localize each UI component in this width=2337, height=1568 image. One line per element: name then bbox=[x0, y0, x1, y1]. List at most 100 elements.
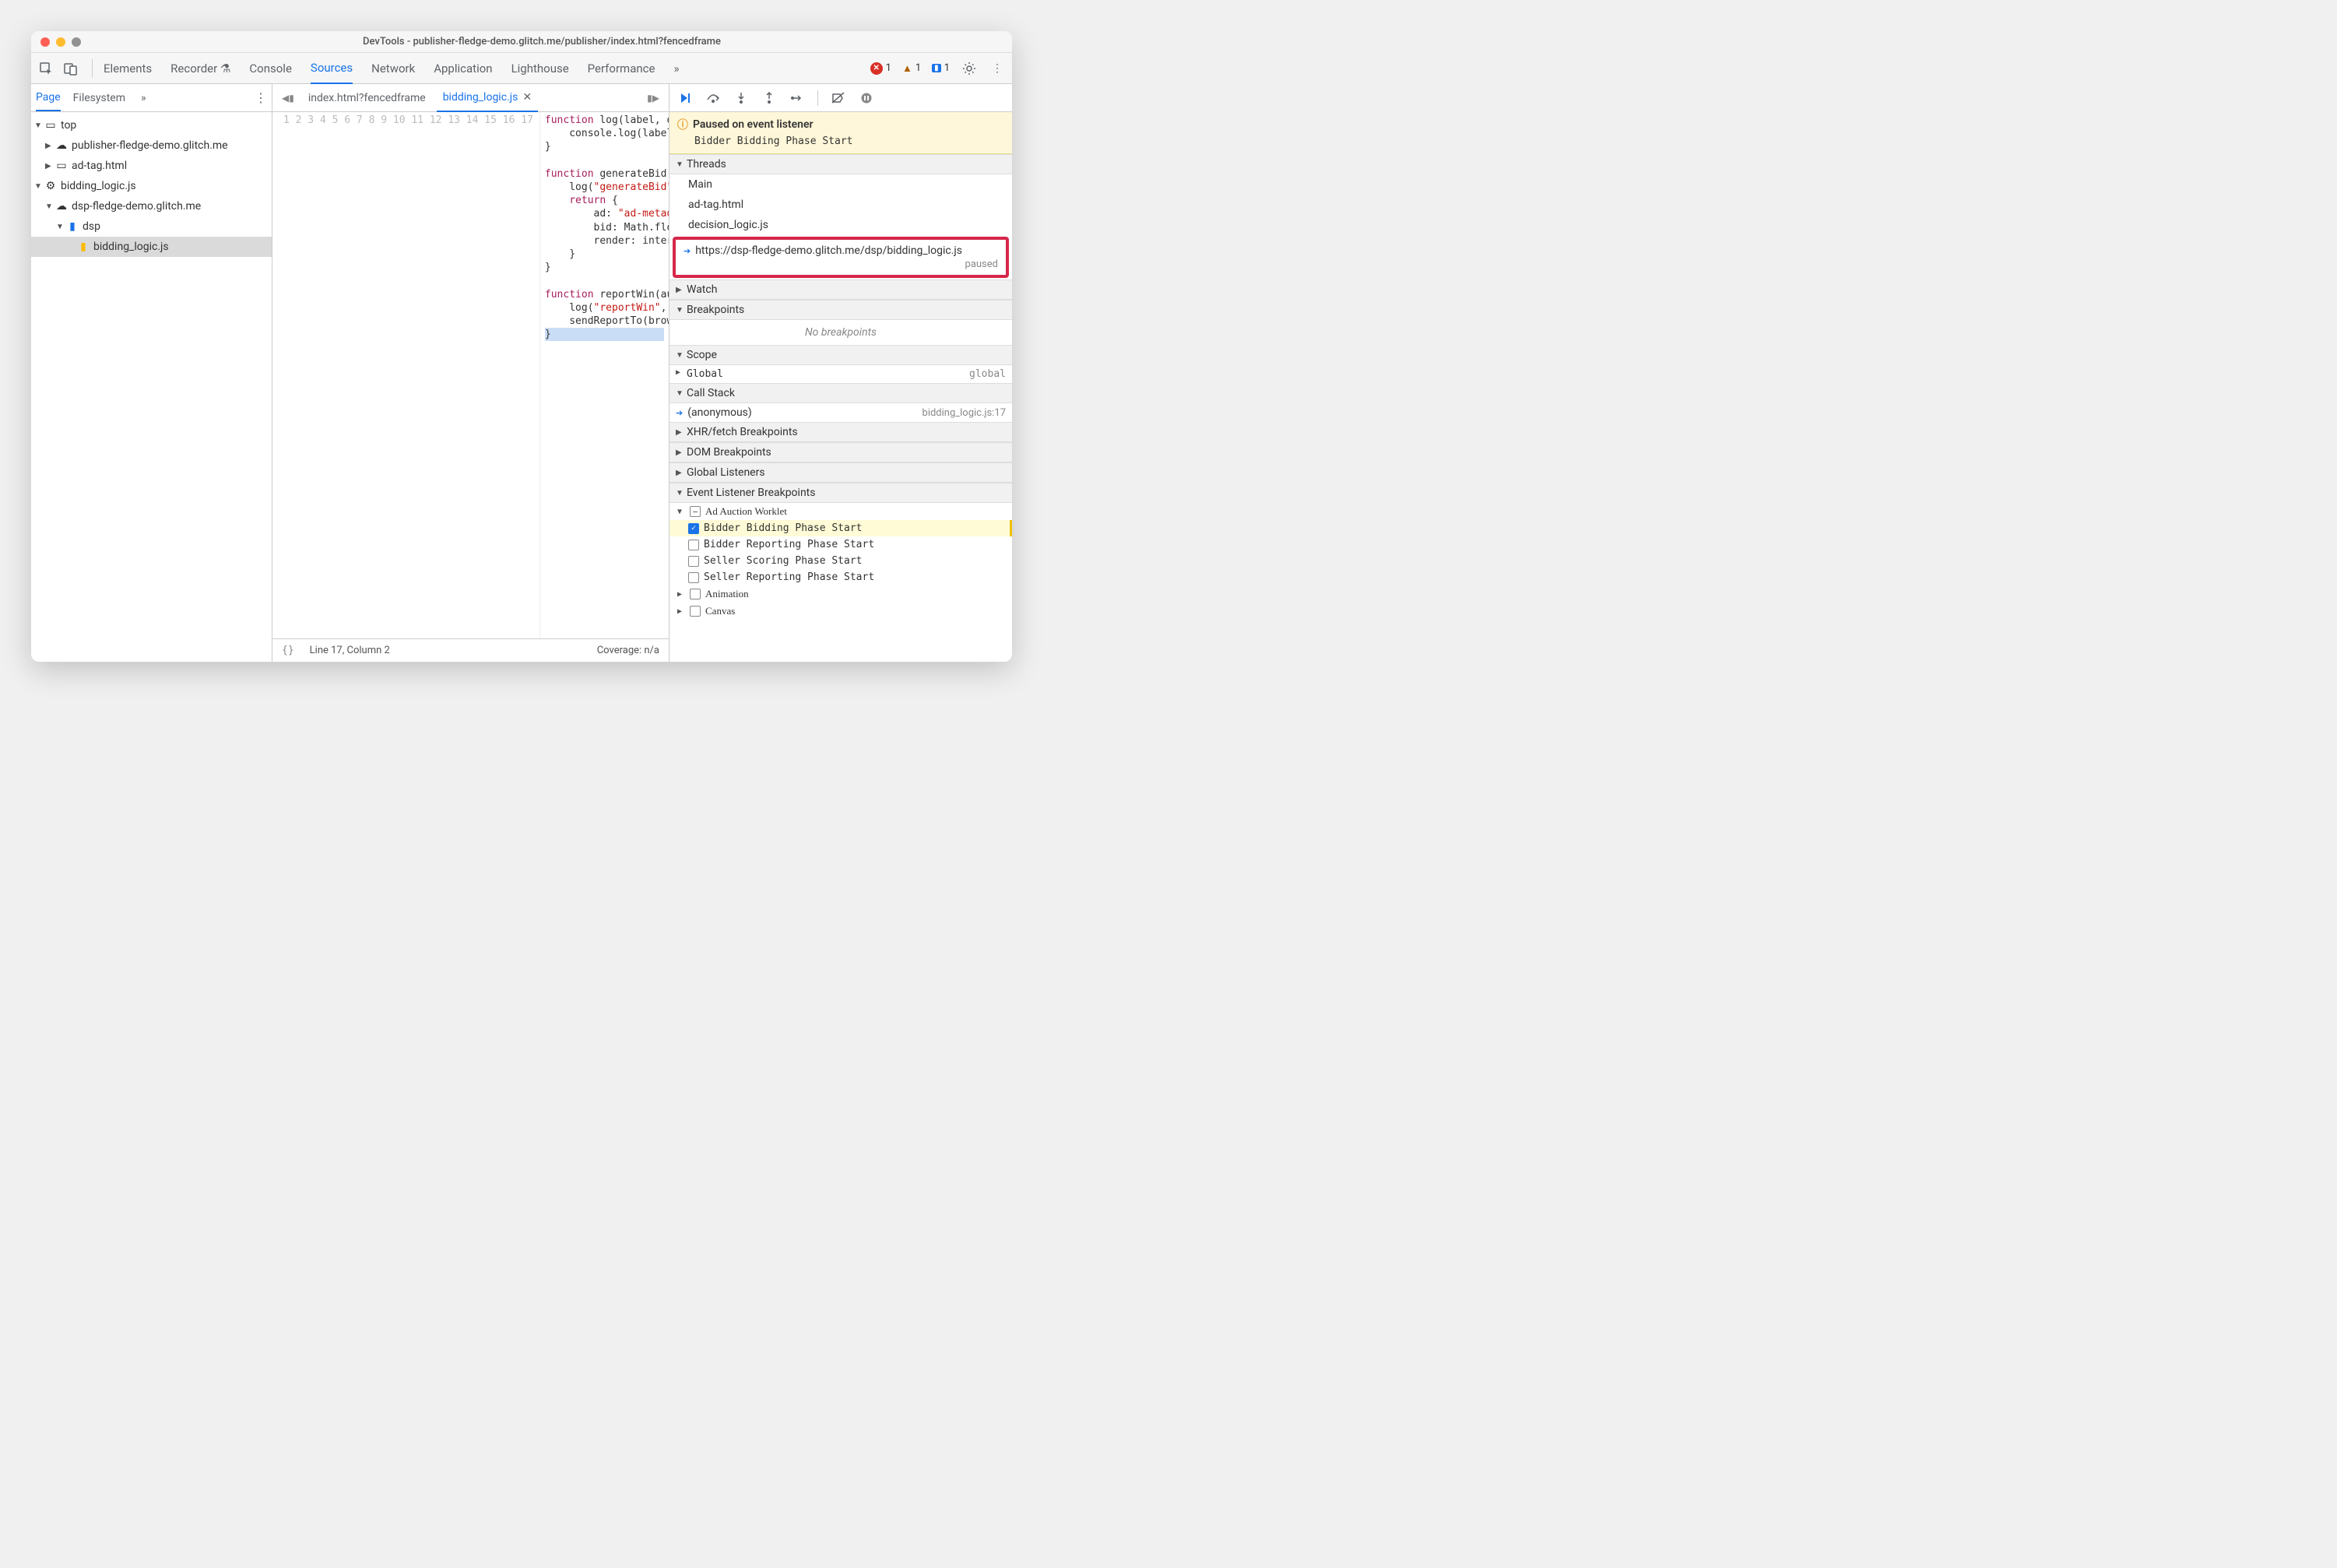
nav-forward-icon[interactable]: ▮▶ bbox=[644, 93, 662, 104]
tab-console[interactable]: Console bbox=[249, 54, 292, 83]
section-callstack[interactable]: ▼Call Stack bbox=[669, 383, 1012, 403]
code-editor[interactable]: 1 2 3 4 5 6 7 8 9 10 11 12 13 14 15 16 1… bbox=[272, 112, 669, 638]
tab-lighthouse[interactable]: Lighthouse bbox=[511, 54, 569, 83]
close-icon[interactable]: ✕ bbox=[522, 91, 532, 104]
section-dom[interactable]: ▶DOM Breakpoints bbox=[669, 442, 1012, 462]
thread-paused-label: paused bbox=[684, 257, 998, 270]
format-icon[interactable]: {} bbox=[282, 645, 294, 656]
current-arrow-icon: ➔ bbox=[684, 246, 691, 256]
tab-application[interactable]: Application bbox=[434, 54, 492, 83]
tab-elements[interactable]: Elements bbox=[104, 54, 152, 83]
checkbox-icon[interactable] bbox=[690, 589, 701, 599]
step-over-icon[interactable] bbox=[705, 90, 721, 106]
thread-adtag[interactable]: ad-tag.html bbox=[669, 195, 1012, 215]
debugger-panel: ⓘPaused on event listener Bidder Bidding… bbox=[669, 84, 1012, 662]
tab-network[interactable]: Network bbox=[371, 54, 415, 83]
thread-main[interactable]: Main bbox=[669, 174, 1012, 195]
devtools-window: DevTools - publisher-fledge-demo.glitch.… bbox=[31, 31, 1012, 662]
tab-performance[interactable]: Performance bbox=[588, 54, 655, 83]
js-file-icon: ▮ bbox=[76, 240, 90, 254]
tree-domain[interactable]: ▶☁publisher-fledge-demo.glitch.me bbox=[31, 135, 272, 156]
checkbox-icon[interactable] bbox=[688, 540, 699, 550]
event-bp-bidder-report[interactable]: Bidder Reporting Phase Start bbox=[669, 536, 1012, 553]
scope-global[interactable]: ▶Globalglobal bbox=[669, 365, 1012, 383]
resume-icon[interactable] bbox=[677, 90, 693, 106]
sidebar-tab-filesystem[interactable]: Filesystem bbox=[73, 86, 125, 111]
sidebar-tab-page[interactable]: Page bbox=[36, 85, 61, 111]
debugger-toolbar bbox=[669, 84, 1012, 112]
editor-statusbar: {} Line 17, Column 2 Coverage: n/a bbox=[272, 638, 669, 662]
folder-icon: ▮ bbox=[65, 220, 79, 234]
tab-recorder[interactable]: Recorder ⚗ bbox=[170, 54, 230, 83]
warning-count[interactable]: ▲1 bbox=[902, 62, 921, 75]
message-count[interactable]: ▮1 bbox=[932, 62, 950, 74]
section-xhr[interactable]: ▶XHR/fetch Breakpoints bbox=[669, 422, 1012, 442]
cloud-icon: ☁ bbox=[54, 199, 69, 213]
error-count[interactable]: ✕1 bbox=[870, 62, 891, 75]
no-breakpoints: No breakpoints bbox=[669, 320, 1012, 345]
maximize-icon[interactable] bbox=[72, 37, 81, 47]
event-group-animation[interactable]: ▶Animation bbox=[669, 585, 1012, 603]
pause-exceptions-icon[interactable] bbox=[859, 90, 874, 106]
step-out-icon[interactable] bbox=[761, 90, 777, 106]
editor-tab-index[interactable]: index.html?fencedframe bbox=[302, 85, 432, 111]
titlebar: DevTools - publisher-fledge-demo.glitch.… bbox=[31, 31, 1012, 53]
tree-worklet[interactable]: ▼⚙bidding_logic.js bbox=[31, 176, 272, 196]
checkbox-icon[interactable] bbox=[688, 572, 699, 583]
event-group-adauction[interactable]: ▼−Ad Auction Worklet bbox=[669, 503, 1012, 520]
section-scope[interactable]: ▼Scope bbox=[669, 345, 1012, 365]
traffic-lights bbox=[40, 37, 81, 47]
paused-reason: Bidder Bidding Phase Start bbox=[677, 132, 1004, 149]
section-event-bp[interactable]: ▼Event Listener Breakpoints bbox=[669, 483, 1012, 503]
code-content: function log(label, o) { console.log(lab… bbox=[540, 112, 669, 638]
line-gutter: 1 2 3 4 5 6 7 8 9 10 11 12 13 14 15 16 1… bbox=[272, 112, 540, 638]
event-group-canvas[interactable]: ▶Canvas bbox=[669, 603, 1012, 620]
info-icon: ⓘ bbox=[677, 117, 688, 132]
section-watch[interactable]: ▶Watch bbox=[669, 279, 1012, 300]
checkbox-checked-icon[interactable]: ✓ bbox=[688, 523, 699, 534]
kebab-menu-icon[interactable]: ⋮ bbox=[255, 90, 267, 105]
main-area: Page Filesystem » ⋮ ▼▭top ▶☁publisher-fl… bbox=[31, 84, 1012, 662]
gear-icon: ⚙ bbox=[44, 179, 58, 193]
tree-dsp-folder[interactable]: ▼▮dsp bbox=[31, 216, 272, 237]
cloud-icon: ☁ bbox=[54, 139, 69, 153]
event-bp-seller-report[interactable]: Seller Reporting Phase Start bbox=[669, 569, 1012, 585]
section-threads[interactable]: ▼Threads bbox=[669, 154, 1012, 174]
flask-icon: ⚗ bbox=[220, 62, 230, 76]
current-arrow-icon: ➔ bbox=[676, 408, 683, 418]
checkbox-partial-icon[interactable]: − bbox=[690, 506, 701, 517]
thread-decision[interactable]: decision_logic.js bbox=[669, 215, 1012, 235]
device-toggle-icon[interactable] bbox=[62, 60, 79, 77]
tree-top[interactable]: ▼▭top bbox=[31, 115, 272, 135]
gear-icon[interactable] bbox=[961, 60, 978, 77]
callstack-frame[interactable]: ➔(anonymous)bidding_logic.js:17 bbox=[669, 403, 1012, 422]
step-into-icon[interactable] bbox=[733, 90, 749, 106]
checkbox-icon[interactable] bbox=[690, 606, 701, 617]
close-icon[interactable] bbox=[40, 37, 50, 47]
editor-tab-bidding[interactable]: bidding_logic.js✕ bbox=[437, 84, 538, 112]
inspect-icon[interactable] bbox=[37, 60, 54, 77]
tree-adtag[interactable]: ▶▭ad-tag.html bbox=[31, 156, 272, 176]
window-title: DevTools - publisher-fledge-demo.glitch.… bbox=[81, 36, 1003, 47]
frame-icon: ▭ bbox=[54, 159, 69, 173]
more-tabs-icon[interactable]: » bbox=[141, 92, 146, 104]
tab-sources[interactable]: Sources bbox=[311, 53, 353, 84]
nav-back-icon[interactable]: ◀▮ bbox=[279, 93, 297, 104]
deactivate-breakpoints-icon[interactable] bbox=[831, 90, 846, 106]
kebab-menu-icon[interactable]: ⋮ bbox=[989, 60, 1006, 77]
event-bp-bidder-start[interactable]: ✓Bidder Bidding Phase Start bbox=[669, 520, 1012, 536]
section-breakpoints[interactable]: ▼Breakpoints bbox=[669, 300, 1012, 320]
more-tabs-icon[interactable]: » bbox=[673, 54, 679, 83]
thread-current[interactable]: ➔https://dsp-fledge-demo.glitch.me/dsp/b… bbox=[673, 237, 1009, 278]
cursor-position: Line 17, Column 2 bbox=[310, 645, 390, 656]
tree-dsp-file[interactable]: ▮bidding_logic.js bbox=[31, 237, 272, 257]
step-icon[interactable] bbox=[789, 90, 805, 106]
coverage-status: Coverage: n/a bbox=[597, 645, 659, 656]
file-tree: ▼▭top ▶☁publisher-fledge-demo.glitch.me … bbox=[31, 112, 272, 662]
event-bp-seller-score[interactable]: Seller Scoring Phase Start bbox=[669, 553, 1012, 569]
tree-dsp-domain[interactable]: ▼☁dsp-fledge-demo.glitch.me bbox=[31, 196, 272, 216]
checkbox-icon[interactable] bbox=[688, 556, 699, 567]
section-global-listeners[interactable]: ▶Global Listeners bbox=[669, 462, 1012, 483]
minimize-icon[interactable] bbox=[56, 37, 65, 47]
editor-pane: ◀▮ index.html?fencedframe bidding_logic.… bbox=[272, 84, 669, 662]
